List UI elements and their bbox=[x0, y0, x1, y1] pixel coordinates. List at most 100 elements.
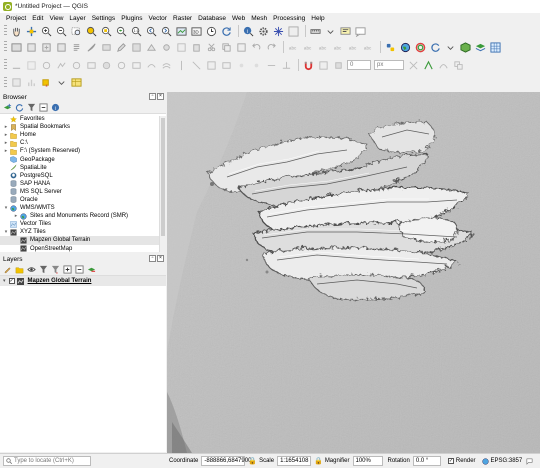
toolbar-gripper[interactable] bbox=[4, 41, 7, 53]
expand-all-button[interactable] bbox=[63, 265, 72, 274]
snapping-type-button[interactable] bbox=[332, 59, 344, 71]
zoom-native-button[interactable]: 1:1 bbox=[130, 25, 142, 37]
save-edits-button[interactable] bbox=[130, 41, 142, 53]
menu-vector[interactable]: Vector bbox=[146, 15, 170, 22]
fill-ring-button[interactable] bbox=[100, 59, 112, 71]
plugin-tool-button[interactable] bbox=[414, 41, 426, 53]
zoom-next-button[interactable] bbox=[160, 25, 172, 37]
zoom-out-button[interactable] bbox=[55, 25, 67, 37]
offset-point-symbols-button[interactable] bbox=[250, 59, 262, 71]
reshape-button[interactable] bbox=[145, 59, 157, 71]
adv-digitize-button[interactable] bbox=[10, 59, 22, 71]
browser-item-spatial-bookmarks[interactable]: ▸ Spatial Bookmarks bbox=[0, 123, 166, 131]
toolbar-gripper[interactable] bbox=[4, 25, 7, 37]
remove-layer-button[interactable] bbox=[87, 265, 96, 274]
redo-button[interactable] bbox=[265, 41, 277, 53]
menu-processing[interactable]: Processing bbox=[270, 15, 308, 22]
label-show-hide-button[interactable]: abc bbox=[317, 41, 329, 53]
layer-expand-arrow[interactable]: ▾ bbox=[3, 278, 6, 284]
new-shapefile-layer-button[interactable] bbox=[40, 41, 52, 53]
layer-item-mapzen-terrain[interactable]: ▾ ✓ Mapzen Global Terrain bbox=[0, 276, 166, 286]
snap-self-button[interactable] bbox=[422, 59, 434, 71]
label-pin-button[interactable]: abc bbox=[302, 41, 314, 53]
browser-item-xyz-tiles[interactable]: ▾ XYZ Tiles bbox=[0, 228, 166, 236]
menu-help[interactable]: Help bbox=[308, 15, 327, 22]
refresh-button[interactable] bbox=[220, 25, 232, 37]
rotation-spinbox[interactable]: 0.0 ° bbox=[412, 456, 441, 466]
snapping-unit-select[interactable]: px bbox=[374, 60, 404, 70]
filter-expression-button[interactable]: ε bbox=[51, 265, 60, 274]
select-expression-button[interactable]: ε bbox=[40, 77, 52, 89]
snapping-layer-button[interactable] bbox=[317, 59, 329, 71]
browser-item-wms-wmts[interactable]: ▾ WMS/WMTS bbox=[0, 204, 166, 212]
menu-plugins[interactable]: Plugins bbox=[118, 15, 145, 22]
add-delimited-text-button[interactable] bbox=[70, 41, 82, 53]
rotate-feature-button[interactable] bbox=[40, 59, 52, 71]
layer-visibility-checkbox[interactable]: ✓ bbox=[8, 278, 15, 284]
panel-close-button[interactable]: × bbox=[157, 93, 164, 100]
cut-features-button[interactable] bbox=[205, 41, 217, 53]
browser-properties-button[interactable]: i bbox=[51, 103, 60, 112]
browser-item-openstreetmap[interactable]: OpenStreetMap bbox=[0, 245, 166, 253]
label-change-button[interactable]: abc bbox=[362, 41, 374, 53]
panel-close-button[interactable]: × bbox=[157, 255, 164, 262]
temporal-controller-button[interactable] bbox=[205, 25, 217, 37]
open-attribute-table-small-button[interactable] bbox=[70, 77, 82, 89]
browser-item-mapzen-global-terrain[interactable]: Mapzen Global Terrain bbox=[0, 236, 166, 245]
open-data-source-manager-button[interactable] bbox=[10, 41, 22, 53]
zoom-in-button[interactable] bbox=[40, 25, 52, 37]
new-temporary-layer-button[interactable] bbox=[55, 41, 67, 53]
magnifier-spinbox[interactable]: 100% bbox=[352, 456, 383, 466]
menu-web[interactable]: Web bbox=[229, 15, 248, 22]
new-3d-map-view-button[interactable]: 3D bbox=[190, 25, 202, 37]
menu-edit[interactable]: Edit bbox=[29, 15, 46, 22]
menu-database[interactable]: Database bbox=[195, 15, 229, 22]
new-geopackage-layer-button[interactable] bbox=[25, 41, 37, 53]
zoom-to-layer-button[interactable] bbox=[115, 25, 127, 37]
tracing-button[interactable] bbox=[437, 59, 449, 71]
add-spatialite-button[interactable] bbox=[85, 41, 97, 53]
plugin-grid-button[interactable] bbox=[489, 41, 501, 53]
snapping-tolerance-input[interactable]: 0 bbox=[347, 60, 371, 70]
browser-item-spatialite[interactable]: SpatiaLite bbox=[0, 164, 166, 172]
browser-item-sap-hana[interactable]: SAP HANA bbox=[0, 180, 166, 188]
measure-line-button[interactable] bbox=[309, 25, 321, 37]
browser-item-f-system-reserved[interactable]: ▸ F:\ (System Reserved) bbox=[0, 147, 166, 155]
zoom-full-button[interactable] bbox=[85, 25, 97, 37]
add-virtual-layer-button[interactable] bbox=[100, 41, 112, 53]
map-tips-button[interactable] bbox=[339, 25, 351, 37]
rotate-point-symbols-button[interactable] bbox=[235, 59, 247, 71]
scale-select[interactable]: 1:1654108 bbox=[277, 456, 312, 466]
browser-item-geopackage[interactable]: GeoPackage bbox=[0, 155, 166, 163]
label-tool-button[interactable]: abc bbox=[287, 41, 299, 53]
plugin-layers-button[interactable] bbox=[474, 41, 486, 53]
browser-item-postgresql[interactable]: PostgreSQL bbox=[0, 172, 166, 180]
menu-view[interactable]: View bbox=[46, 15, 66, 22]
paste-features-button[interactable] bbox=[235, 41, 247, 53]
zoom-to-selection-button[interactable] bbox=[100, 25, 112, 37]
new-map-view-button[interactable] bbox=[175, 25, 187, 37]
zoom-last-button[interactable] bbox=[145, 25, 157, 37]
add-group-button[interactable] bbox=[15, 265, 24, 274]
zoom-rubber-band-button[interactable] bbox=[70, 25, 82, 37]
browser-item-c[interactable]: ▸ C:\ bbox=[0, 139, 166, 147]
open-attribute-table-button[interactable] bbox=[272, 25, 284, 37]
messages-icon[interactable] bbox=[526, 458, 533, 465]
delete-part-button[interactable] bbox=[130, 59, 142, 71]
menu-mesh[interactable]: Mesh bbox=[248, 15, 270, 22]
identify-features-button[interactable]: i bbox=[242, 25, 254, 37]
scale-lock-icon[interactable]: 🔒 bbox=[314, 457, 323, 465]
menu-settings[interactable]: Settings bbox=[89, 15, 119, 22]
snapping-magnet-button[interactable] bbox=[302, 59, 314, 71]
browser-item-favorites[interactable]: Favorites bbox=[0, 115, 166, 123]
browser-filter-button[interactable] bbox=[27, 103, 36, 112]
menu-project[interactable]: Project bbox=[3, 15, 29, 22]
adv-edit-button[interactable] bbox=[25, 59, 37, 71]
render-checkbox[interactable]: ✓ bbox=[447, 458, 454, 464]
browser-item-vector-tiles[interactable]: Vector Tiles bbox=[0, 220, 166, 228]
add-part-button[interactable] bbox=[85, 59, 97, 71]
label-move-button[interactable]: abc bbox=[332, 41, 344, 53]
browser-item-home[interactable]: ▸ Home bbox=[0, 131, 166, 139]
layer-styling-button[interactable] bbox=[3, 265, 12, 274]
reverse-line-button[interactable] bbox=[265, 59, 277, 71]
